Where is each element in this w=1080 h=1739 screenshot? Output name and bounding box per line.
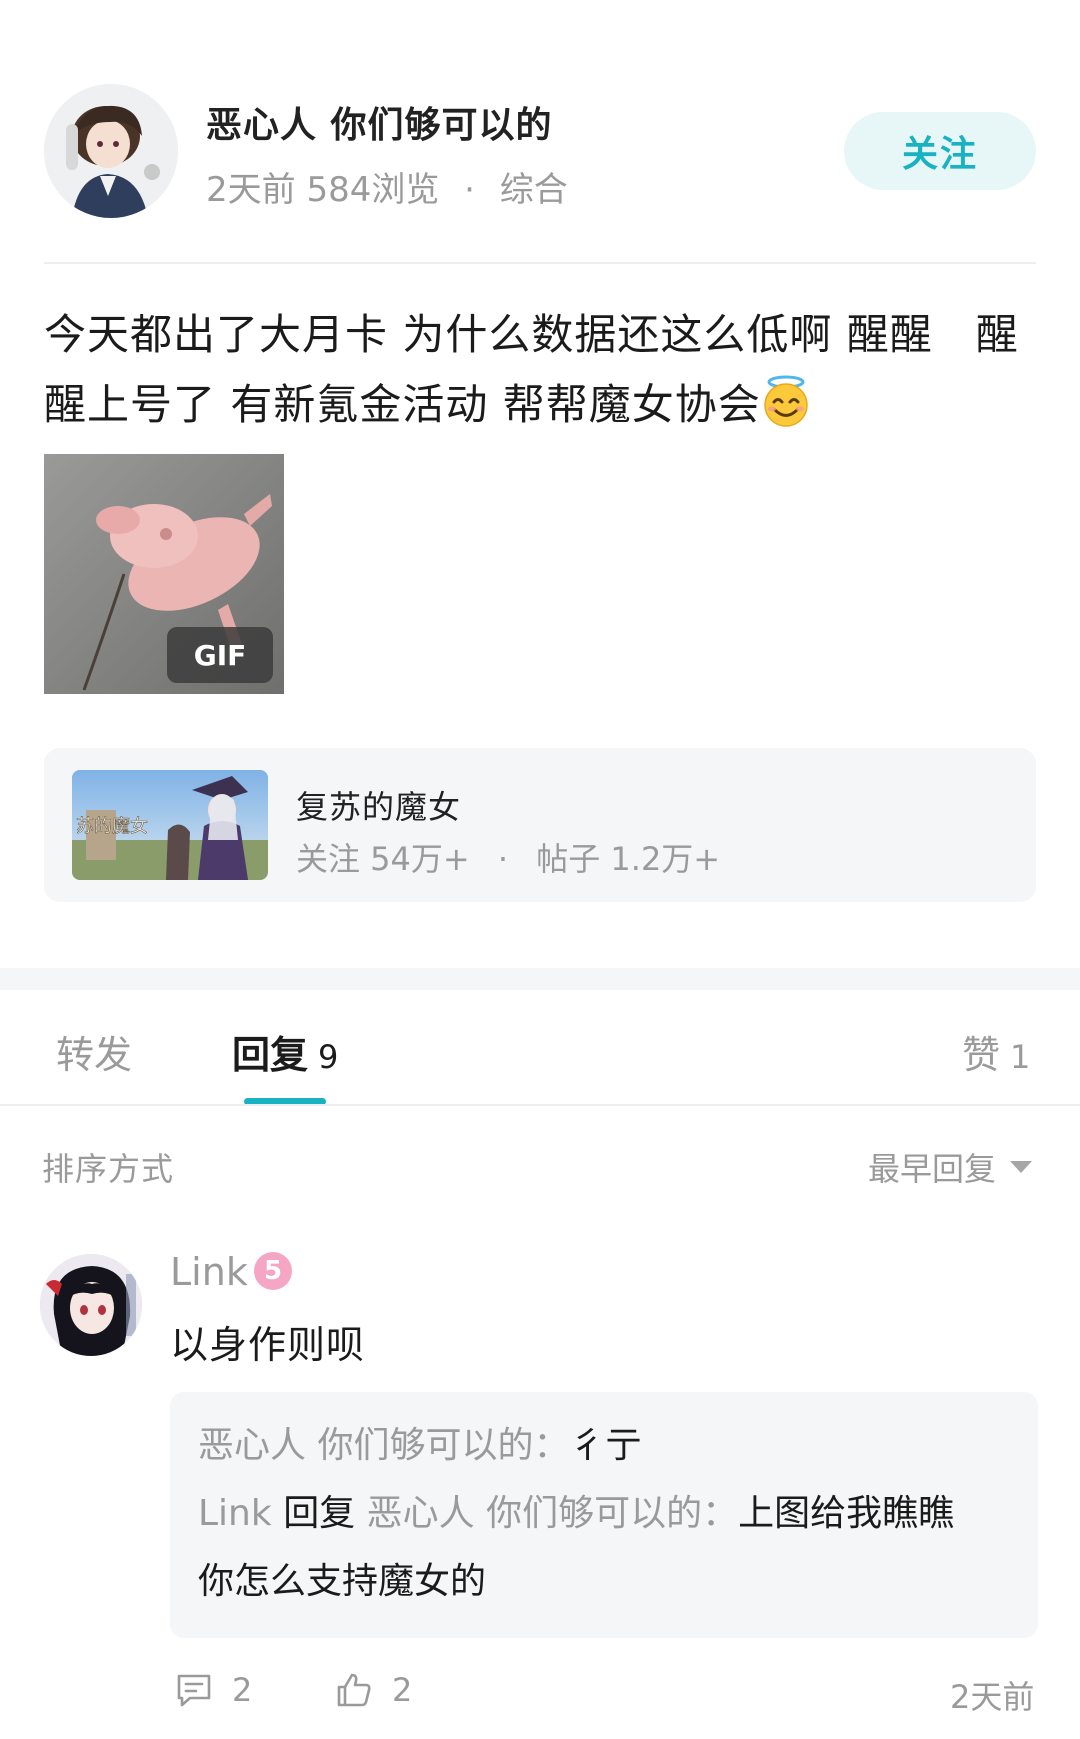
sub-reply-2-verb: 回复 [283, 1493, 356, 1534]
author-avatar[interactable] [44, 84, 178, 218]
smiling-face-with-halo-icon [761, 375, 811, 427]
circle-cover-logo: 苏的魔女 [76, 816, 148, 837]
comment-like-count: 2 [392, 1671, 413, 1709]
sub-reply-1: 恶心人 你们够可以的：彳亍 [198, 1412, 641, 1480]
comment-like-button[interactable]: 2 [334, 1670, 412, 1710]
sort-label: 排序方式 [42, 1150, 175, 1188]
header-divider [44, 262, 1036, 264]
tab-like-label: 赞 [962, 1033, 1001, 1077]
circle-posts: 帖子 1.2万+ [536, 840, 721, 878]
sub-reply-2: Link 回复 恶心人 你们够可以的：上图给我瞧瞧 [198, 1480, 954, 1548]
section-divider [0, 968, 1080, 990]
gif-badge: GIF [167, 627, 273, 683]
post-content-line-2: 醒上号了 有新氪金活动 帮帮魔女协会 [44, 370, 1040, 440]
commenter-avatar[interactable] [40, 1254, 142, 1356]
circle-followers: 关注 54万+ [296, 840, 470, 878]
tab-repost[interactable]: 转发 [56, 1024, 132, 1079]
tab-reply-label: 回复 [232, 1033, 309, 1077]
post-content-line-2-text: 醒上号了 有新氪金活动 帮帮魔女协会 [44, 380, 761, 429]
post-meta: 2天前 584浏览 · 综合 [206, 162, 568, 211]
post-category[interactable]: 综合 [500, 170, 568, 210]
commenter-name[interactable]: Link [170, 1250, 248, 1294]
stats-separator: · [497, 840, 509, 878]
sub-reply-1-user[interactable]: 恶心人 你们够可以的 [198, 1425, 533, 1466]
tab-like-count: 1 [1010, 1038, 1031, 1076]
post-content: 今天都出了大月卡 为什么数据还这么低啊 醒醒 醒 醒上号了 有新氪金活动 帮帮魔… [44, 300, 1040, 440]
thumbs-up-icon [337, 1673, 371, 1707]
circle-cover-image: 苏的魔女 [72, 770, 268, 880]
tabs-divider [0, 1104, 1080, 1106]
circle-name[interactable]: 复苏的魔女 [296, 782, 461, 828]
comment-reply-button[interactable]: 2 [174, 1670, 252, 1710]
sub-reply-1-colon: ： [533, 1425, 570, 1466]
tab-repost-label: 转发 [56, 1033, 133, 1077]
tab-like[interactable]: 赞1 [962, 1024, 1030, 1079]
meta-separator: · [464, 170, 475, 210]
sub-reply-1-text: 彳亍 [569, 1425, 642, 1466]
author-name[interactable]: 恶心人 你们够可以的 [206, 96, 553, 148]
post-content-line-1: 今天都出了大月卡 为什么数据还这么低啊 醒醒 醒 [44, 310, 1019, 359]
user-level-badge: 5 [254, 1252, 292, 1290]
comment-icon [177, 1674, 211, 1707]
comment-reply-count: 2 [232, 1671, 253, 1709]
sub-reply-2-user[interactable]: Link [198, 1493, 272, 1534]
sub-reply-2-continued: 你怎么支持魔女的 [198, 1561, 487, 1602]
post-views: 584浏览 [306, 170, 440, 210]
follow-button[interactable]: 关注 [844, 112, 1036, 190]
sub-reply-2-target[interactable]: 恶心人 你们够可以的 [367, 1493, 702, 1534]
comment-text: 以身作则呗 [170, 1323, 366, 1367]
post-time: 2天前 [206, 170, 296, 210]
circle-stats: 关注 54万+ · 帖子 1.2万+ [296, 834, 720, 880]
sub-reply-2-text: 上图给我瞧瞧 [738, 1493, 955, 1534]
comment-time: 2天前 [950, 1678, 1035, 1716]
sub-reply-2-colon: ： [702, 1493, 739, 1534]
sort-value: 最早回复 [868, 1150, 997, 1188]
tab-reply[interactable]: 回复 9 [232, 1024, 338, 1079]
caret-down-icon [1010, 1161, 1033, 1173]
sort-dropdown[interactable]: 最早回复 [868, 1144, 1033, 1190]
tab-reply-count: 9 [318, 1038, 339, 1076]
